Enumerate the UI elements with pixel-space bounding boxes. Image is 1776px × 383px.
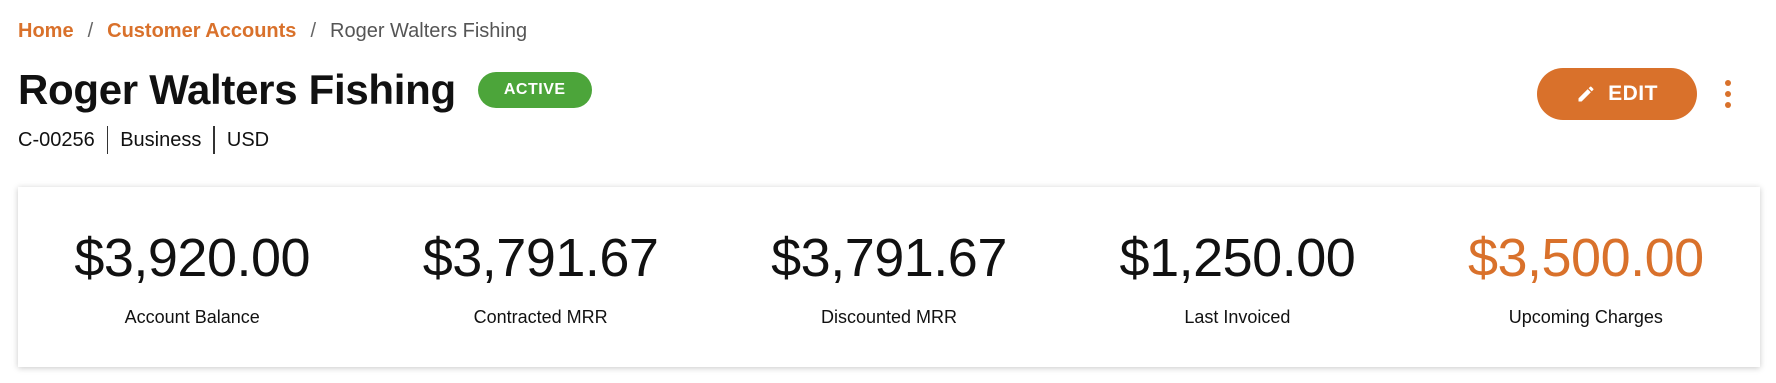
metric-last-invoiced: $1,250.00 Last Invoiced [1063,187,1411,367]
more-dot [1725,91,1731,97]
metric-label: Account Balance [124,307,260,327]
metric-value: $1,250.00 [1119,228,1356,288]
more-dot [1725,102,1731,108]
account-currency: USD [226,128,270,151]
metric-label: Discounted MRR [820,307,958,327]
account-id: C-00256 [18,128,95,151]
edit-button-label: EDIT [1608,82,1658,105]
metric-label: Upcoming Charges [1508,307,1663,327]
page-title: Roger Walters Fishing [18,66,456,113]
metric-value: $3,791.67 [422,228,659,288]
metric-label: Contracted MRR [473,307,608,327]
more-vertical-icon[interactable] [1716,76,1740,112]
breadcrumb: Home / Customer Accounts / Roger Walters… [18,20,527,43]
edit-button[interactable]: EDIT [1537,68,1697,120]
metric-value: $3,920.00 [74,228,311,288]
account-meta: C-00256 Business USD [18,126,281,154]
metric-contracted-mrr: $3,791.67 Contracted MRR [366,187,714,367]
metric-account-balance: $3,920.00 Account Balance [18,187,366,367]
metric-value: $3,791.67 [771,228,1007,288]
metric-upcoming-charges: $3,500.00 Upcoming Charges [1412,187,1760,367]
more-dot [1725,80,1731,86]
breadcrumb-customer-accounts-link[interactable]: Customer Accounts [107,20,296,43]
breadcrumb-home-link[interactable]: Home [18,20,74,43]
breadcrumb-separator: / [310,20,316,42]
account-type: Business [120,128,202,151]
pencil-icon [1578,86,1594,102]
breadcrumb-separator: / [87,20,94,42]
breadcrumb-current: Roger Walters Fishing [330,20,528,42]
metric-label: Last Invoiced [1184,307,1291,327]
metric-value: $3,500.00 [1467,228,1704,288]
metrics-card: $3,920.00 Account Balance $3,791.67 Cont… [18,187,1760,367]
status-badge: ACTIVE [477,72,592,108]
metric-discounted-mrr: $3,791.67 Discounted MRR [715,187,1063,367]
title-row: Roger Walters Fishing ACTIVE [18,66,592,114]
